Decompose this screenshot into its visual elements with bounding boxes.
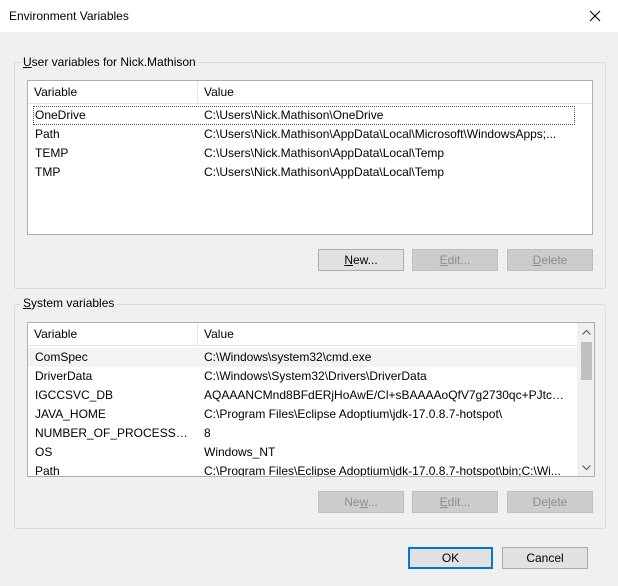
variable-cell: DriverData: [35, 369, 93, 383]
variable-cell: OS: [35, 445, 53, 459]
value-cell: C:\Users\Nick.Mathison\AppData\Local\Mic…: [204, 127, 557, 141]
table-row[interactable]: ComSpec C:\Windows\system32\cmd.exe: [28, 348, 577, 367]
scroll-down-button[interactable]: [578, 459, 594, 476]
table-row[interactable]: TMP C:\Users\Nick.Mathison\AppData\Local…: [33, 163, 575, 182]
system-variables-label: System variables: [21, 296, 117, 310]
variable-cell: IGCCSVC_DB: [35, 388, 114, 402]
table-row[interactable]: DriverData C:\Windows\System32\Drivers\D…: [28, 367, 577, 386]
system-variables-list[interactable]: Variable Value ComSpec C:\Windows\system…: [27, 322, 595, 477]
list-header: Variable Value: [28, 323, 577, 346]
chevron-down-icon: [582, 464, 591, 470]
list-header: Variable Value: [28, 81, 592, 104]
variable-cell: NUMBER_OF_PROCESSORS: [35, 426, 195, 440]
column-header-variable[interactable]: Variable: [28, 81, 198, 103]
table-row[interactable]: OS Windows_NT: [28, 443, 577, 462]
value-cell: C:\Users\Nick.Mathison\OneDrive: [204, 108, 384, 122]
vertical-scrollbar[interactable]: [577, 323, 594, 476]
system-edit-button[interactable]: Edit...: [412, 491, 498, 513]
variable-cell: OneDrive: [35, 108, 86, 122]
scroll-thumb[interactable]: [581, 342, 592, 380]
variable-cell: TMP: [35, 165, 61, 179]
user-variables-list[interactable]: Variable Value OneDrive C:\Users\Nick.Ma…: [27, 80, 593, 235]
user-delete-button[interactable]: Delete: [507, 249, 593, 271]
value-cell: C:\Users\Nick.Mathison\AppData\Local\Tem…: [204, 165, 445, 179]
table-row[interactable]: IGCCSVC_DB AQAAANCMnd8BFdERjHoAwE/Cl+sBA…: [28, 386, 577, 405]
variable-cell: Path: [35, 127, 60, 141]
column-header-value[interactable]: Value: [198, 81, 592, 103]
user-new-button[interactable]: New...: [318, 249, 404, 271]
column-header-variable[interactable]: Variable: [28, 323, 198, 345]
value-cell: C:\Windows\system32\cmd.exe: [204, 350, 372, 364]
chevron-up-icon: [582, 329, 591, 335]
value-cell: C:\Users\Nick.Mathison\AppData\Local\Tem…: [204, 146, 445, 160]
value-cell: C:\Program Files\Eclipse Adoptium\jdk-17…: [204, 464, 561, 477]
value-cell: C:\Program Files\Eclipse Adoptium\jdk-17…: [204, 407, 503, 421]
window-title: Environment Variables: [9, 9, 129, 23]
table-row[interactable]: NUMBER_OF_PROCESSORS 8: [28, 424, 577, 443]
table-row[interactable]: JAVA_HOME C:\Program Files\Eclipse Adopt…: [28, 405, 577, 424]
value-cell: 8: [204, 426, 211, 440]
value-cell: Windows_NT: [204, 445, 276, 459]
variable-cell: Path: [35, 464, 60, 477]
table-row[interactable]: Path C:\Users\Nick.Mathison\AppData\Loca…: [33, 125, 575, 144]
table-row[interactable]: Path C:\Program Files\Eclipse Adoptium\j…: [28, 462, 577, 477]
column-header-value[interactable]: Value: [198, 323, 577, 345]
system-delete-button[interactable]: Delete: [507, 491, 593, 513]
ok-button[interactable]: OK: [408, 547, 493, 569]
cancel-button[interactable]: Cancel: [502, 547, 588, 569]
scroll-up-button[interactable]: [578, 323, 594, 340]
table-row[interactable]: TEMP C:\Users\Nick.Mathison\AppData\Loca…: [33, 144, 575, 163]
user-edit-button[interactable]: Edit...: [412, 249, 498, 271]
close-button[interactable]: [572, 0, 618, 32]
value-cell: AQAAANCMnd8BFdERjHoAwE/Cl+sBAAAAoQfV7g27…: [204, 388, 572, 402]
variable-cell: TEMP: [35, 146, 69, 160]
user-variables-label: User variables for Nick.Mathison: [21, 55, 198, 69]
table-row[interactable]: OneDrive C:\Users\Nick.Mathison\OneDrive: [33, 106, 575, 125]
variable-cell: JAVA_HOME: [35, 407, 106, 421]
variable-cell: ComSpec: [35, 350, 88, 364]
title-bar: Environment Variables: [0, 0, 618, 32]
system-new-button[interactable]: New...: [318, 491, 404, 513]
close-icon: [589, 10, 601, 22]
value-cell: C:\Windows\System32\Drivers\DriverData: [204, 369, 427, 383]
